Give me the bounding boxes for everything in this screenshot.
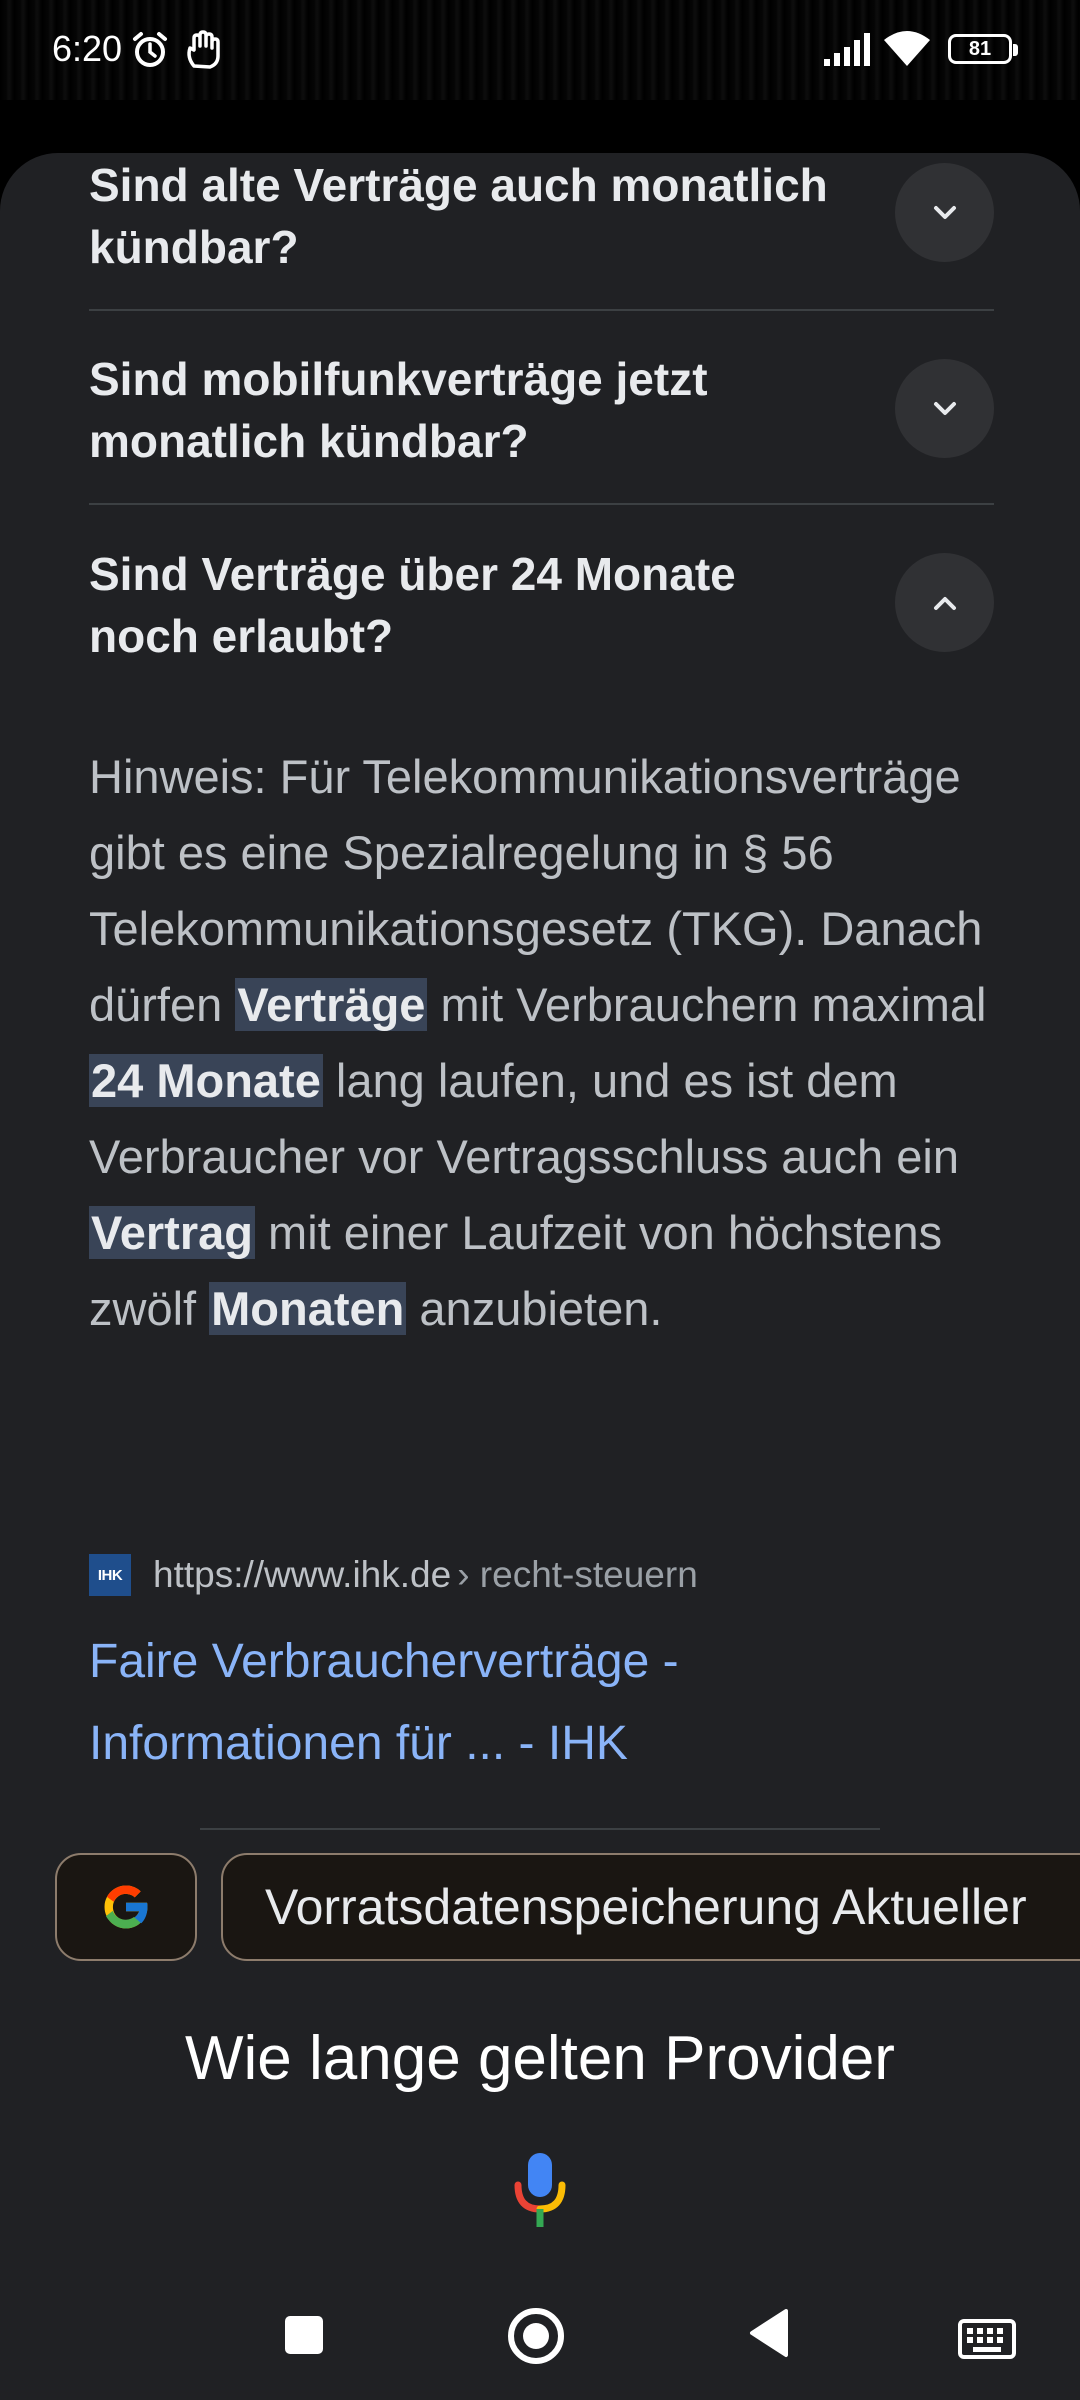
chevron-down-icon bbox=[933, 401, 956, 415]
divider bbox=[89, 503, 994, 505]
suggestion-chip[interactable]: Vorratsdatenspeicherung Aktueller bbox=[221, 1853, 1080, 1961]
chevron-down-icon bbox=[933, 205, 956, 219]
source-path: › recht-steuern bbox=[457, 1554, 698, 1595]
back-icon[interactable] bbox=[748, 2308, 790, 2363]
signal-icon bbox=[822, 32, 874, 73]
battery-level: 81 bbox=[968, 38, 992, 60]
source-url: https://www.ihk.de bbox=[153, 1554, 452, 1595]
mic-icon bbox=[514, 2153, 566, 2227]
status-bar: 6:20 81 bbox=[0, 0, 1080, 100]
source-line[interactable]: IHK https://www.ihk.de › recht-steuern bbox=[89, 1553, 698, 1597]
result-title-link[interactable]: Faire Verbraucherverträge - Informatione… bbox=[89, 1621, 889, 1785]
alarm-icon bbox=[130, 30, 170, 75]
faq-question: Sind mobilfunkverträge jetzt monatlich k… bbox=[89, 353, 708, 467]
hand-icon bbox=[184, 30, 222, 75]
recents-icon[interactable] bbox=[285, 2316, 323, 2354]
navigation-bar bbox=[0, 2280, 1080, 2400]
google-button[interactable] bbox=[55, 1853, 197, 1961]
faq-answer: Hinweis: Für Telekommunikationsverträge … bbox=[89, 739, 1009, 1347]
mic-button[interactable] bbox=[512, 2153, 568, 2234]
expand-button[interactable] bbox=[895, 359, 994, 458]
faq-question: Sind Verträge über 24 Monate noch erlaub… bbox=[89, 548, 736, 662]
chevron-up-icon bbox=[933, 596, 956, 610]
answer-text: anzubieten. bbox=[406, 1282, 663, 1335]
battery-icon: 81 bbox=[948, 34, 1018, 64]
answer-text: mit Verbrauchern maximal bbox=[427, 978, 987, 1031]
answer-highlight: Verträge bbox=[235, 978, 428, 1031]
expand-button[interactable] bbox=[895, 163, 994, 262]
ihk-logo: IHK bbox=[89, 1554, 131, 1596]
divider bbox=[200, 1828, 880, 1830]
results-sheet[interactable]: Sind alte Verträge auch monatlich kündba… bbox=[0, 153, 1080, 2400]
home-icon[interactable] bbox=[508, 2308, 564, 2364]
answer-highlight: Vertrag bbox=[89, 1206, 255, 1259]
google-g-icon bbox=[104, 1885, 149, 1929]
voice-query-text: Wie lange gelten Provider bbox=[185, 2024, 895, 2093]
wifi-icon bbox=[884, 28, 930, 73]
screen: 6:20 81 Sind alte Verträge auch monatlic… bbox=[0, 0, 1080, 2400]
faq-question: Sind alte Verträge auch monatlich kündba… bbox=[89, 159, 828, 273]
answer-highlight: Monaten bbox=[209, 1282, 407, 1335]
answer-highlight: 24 Monate bbox=[89, 1054, 323, 1107]
divider bbox=[89, 309, 994, 311]
collapse-button[interactable] bbox=[895, 553, 994, 652]
status-time: 6:20 bbox=[52, 28, 123, 69]
